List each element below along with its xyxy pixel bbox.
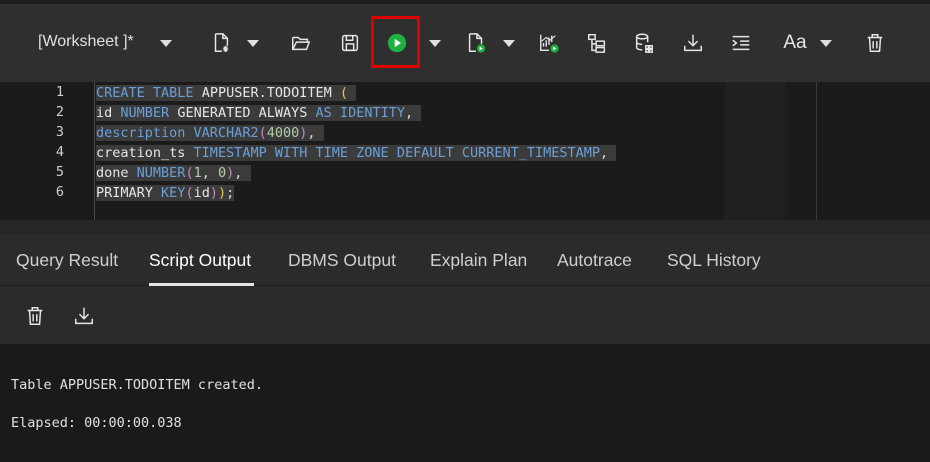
worksheet-selector-chevron-down-icon[interactable] — [160, 40, 172, 47]
new-worksheet-icon[interactable] — [208, 30, 234, 56]
editor-cursor-guide — [94, 82, 95, 220]
clear-trash-icon[interactable] — [862, 30, 888, 56]
download-icon[interactable] — [72, 304, 96, 328]
font-size-label: Aa — [783, 32, 807, 53]
trash-icon[interactable] — [23, 304, 47, 328]
tab-dbms-output[interactable]: DBMS Output — [288, 250, 396, 271]
output-line-created: Table APPUSER.TODOITEM created. — [11, 377, 263, 393]
code-line-3[interactable]: description VARCHAR2(4000), — [96, 124, 324, 142]
line-number: 4 — [55, 144, 64, 160]
output-line-elapsed: Elapsed: 00:00:00.038 — [11, 415, 182, 431]
line-number: 3 — [55, 124, 64, 140]
editor-ruler — [816, 82, 817, 220]
save-icon[interactable] — [337, 30, 363, 56]
code-line-2[interactable]: id NUMBER GENERATED ALWAYS AS IDENTITY, — [96, 104, 422, 122]
code-line-5[interactable]: done NUMBER(1, 0), — [96, 164, 251, 182]
format-indent-icon[interactable] — [728, 30, 754, 56]
toolbar-top-border — [0, 0, 930, 4]
editor-minimap-region — [725, 82, 785, 220]
font-size-icon[interactable]: Aa — [780, 30, 810, 56]
explain-plan-icon[interactable] — [536, 30, 562, 56]
tab-script-output[interactable]: Script Output — [149, 250, 251, 271]
run-button-highlight — [371, 16, 420, 68]
worksheet-toolbar: [Worksheet ]* Aa — [0, 0, 930, 82]
database-load-icon[interactable] — [631, 30, 657, 56]
font-size-chevron-down-icon[interactable] — [820, 40, 832, 47]
code-line-1[interactable]: CREATE TABLE APPUSER.TODOITEM ( — [96, 84, 357, 102]
tab-sql-history[interactable]: SQL History — [667, 250, 761, 271]
run-options-chevron-down-icon[interactable] — [429, 40, 441, 47]
open-folder-icon[interactable] — [288, 30, 314, 56]
download-icon[interactable] — [680, 30, 706, 56]
code-line-6[interactable]: PRIMARY KEY(id)); — [96, 184, 235, 202]
line-number: 1 — [55, 84, 64, 100]
code-line-4[interactable]: creation_ts TIMESTAMP WITH TIME ZONE DEF… — [96, 144, 617, 162]
tab-autotrace[interactable]: Autotrace — [557, 250, 632, 271]
line-number: 5 — [55, 164, 64, 180]
new-worksheet-chevron-down-icon[interactable] — [247, 40, 259, 47]
run-script-chevron-down-icon[interactable] — [503, 40, 515, 47]
script-output-toolbar — [0, 286, 930, 344]
script-output-panel: Table APPUSER.TODOITEM created. Elapsed:… — [0, 344, 930, 462]
line-number: 2 — [55, 104, 64, 120]
run-script-icon[interactable] — [463, 30, 489, 56]
line-number: 6 — [55, 184, 64, 200]
tab-query-result[interactable]: Query Result — [16, 250, 118, 271]
autotrace-icon[interactable] — [584, 30, 610, 56]
output-tabs: Query Result Script Output DBMS Output E… — [0, 234, 930, 286]
sql-editor[interactable]: 1 2 3 4 5 6 CREATE TABLE APPUSER.TODOITE… — [0, 82, 930, 227]
pane-splitter[interactable] — [0, 220, 930, 234]
worksheet-selector-label[interactable]: [Worksheet ]* — [38, 33, 134, 51]
tab-explain-plan[interactable]: Explain Plan — [430, 250, 527, 271]
